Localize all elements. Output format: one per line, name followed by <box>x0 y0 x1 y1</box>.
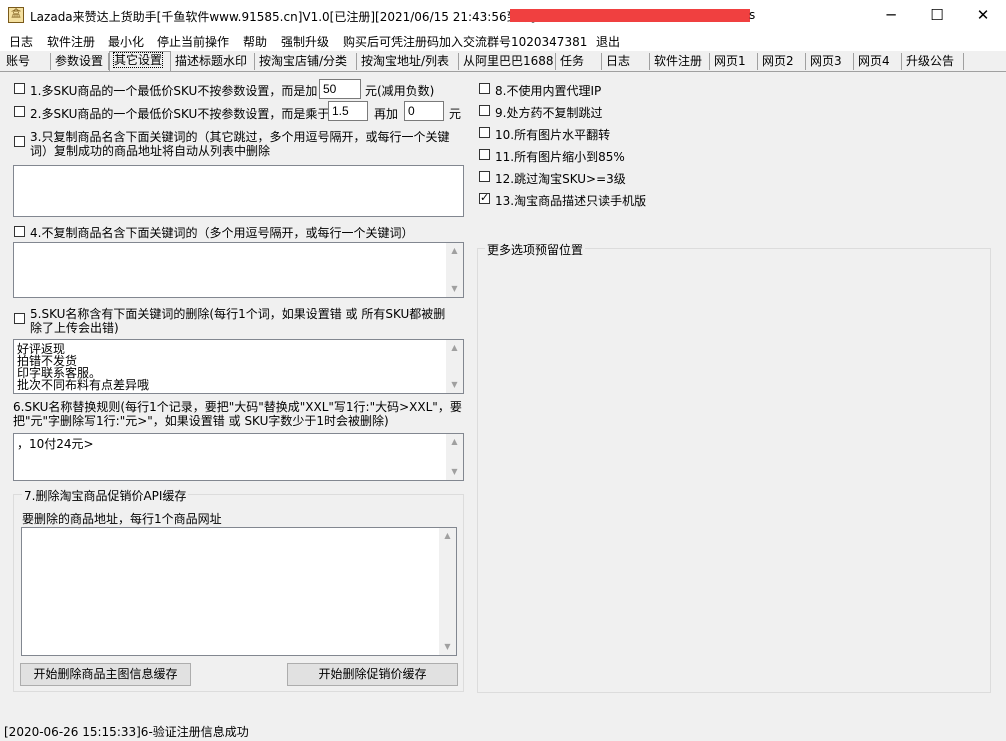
delete-promo-cache-button[interactable]: 开始删除促销价缓存 <box>287 663 458 686</box>
opt3-label-line2: 词）复制成功的商品地址将自动从列表中删除 <box>30 144 271 158</box>
opt12-checkbox[interactable] <box>479 171 490 182</box>
opt8-label: 8.不使用内置代理IP <box>495 84 602 98</box>
delete-urls-scrollbar[interactable]: ▲ ▼ <box>439 528 456 655</box>
opt4-scrollbar[interactable]: ▲ ▼ <box>446 243 463 297</box>
tab-log[interactable]: 日志 <box>602 53 650 70</box>
opt9-label: 9.处方药不复制跳过 <box>495 106 603 120</box>
tab-watermark[interactable]: 描述标题水印 <box>171 53 255 70</box>
status-text: [2020-06-26 15:15:33]6-验证注册信息成功 <box>4 725 249 739</box>
tab-baseline <box>0 71 1006 72</box>
opt2-add-input[interactable] <box>404 101 444 121</box>
opt9-checkbox[interactable] <box>479 105 490 116</box>
menu-exit[interactable]: 退出 <box>596 33 620 50</box>
delete-main-image-cache-button[interactable]: 开始删除商品主图信息缓存 <box>20 663 191 686</box>
menu-join-group[interactable]: 购买后可凭注册码加入交流群号1020347381 <box>343 33 587 50</box>
tab-register[interactable]: 软件注册 <box>650 53 710 70</box>
tab-1688[interactable]: 从阿里巴巴1688 <box>459 53 556 70</box>
scroll-up-icon[interactable]: ▲ <box>446 435 463 449</box>
opt2-multiply-input[interactable] <box>328 101 368 121</box>
tab-web1[interactable]: 网页1 <box>710 53 758 70</box>
opt5-keywords-textarea[interactable]: 好评返现 拍错不发货 印字联系客服。 批次不同布料有点差异哦 ▲ ▼ <box>13 339 464 394</box>
opt5-label-line2: 除了上传会出错) <box>30 321 119 335</box>
scroll-down-icon[interactable]: ▼ <box>439 640 456 654</box>
tab-params[interactable]: 参数设置 <box>51 53 109 70</box>
opt5-checkbox[interactable] <box>14 313 25 324</box>
opt3-keywords-textarea[interactable] <box>13 165 464 217</box>
opt2-label: 2.多SKU商品的一个最低价SKU不按参数设置，而是乘于 <box>30 107 330 121</box>
maximize-icon[interactable]: ☐ <box>914 0 960 30</box>
redaction-bar <box>510 9 750 22</box>
menu-stop[interactable]: 停止当前操作 <box>157 33 229 50</box>
delete-urls-label: 要删除的商品地址，每行1个商品网址 <box>22 512 222 526</box>
opt6-scrollbar[interactable]: ▲ ▼ <box>446 434 463 480</box>
opt13-label: 13.淘宝商品描述只读手机版 <box>495 194 647 208</box>
menu-register[interactable]: 软件注册 <box>47 33 95 50</box>
tab-other-settings-label: 其它设置 <box>112 52 164 68</box>
tab-account[interactable]: 账号 <box>2 53 51 70</box>
scroll-down-icon[interactable]: ▼ <box>446 378 463 392</box>
opt4-checkbox[interactable] <box>14 226 25 237</box>
window-title: Lazada来赞达上货助手[千鱼软件www.91585.cn]V1.0[已注册]… <box>30 10 536 24</box>
group-delete-cache-caption: 7.删除淘宝商品促销价API缓存 <box>22 487 189 504</box>
group-reserved-caption: 更多选项预留位置 <box>485 241 586 258</box>
tab-web2[interactable]: 网页2 <box>758 53 806 70</box>
tab-taobao-shop[interactable]: 按淘宝店铺/分类 <box>255 53 357 70</box>
menu-log[interactable]: 日志 <box>9 33 33 50</box>
opt3-checkbox[interactable] <box>14 136 25 147</box>
menu-force-upgrade[interactable]: 强制升级 <box>281 33 329 50</box>
opt11-label: 11.所有图片缩小到85% <box>495 150 625 164</box>
window-title-tail: s <box>749 8 756 22</box>
tab-task[interactable]: 任务 <box>556 53 602 70</box>
app-icon: 盒 <box>8 7 24 23</box>
opt2-plus-label: 再加 <box>374 107 399 121</box>
opt5-keywords-text: 好评返现 拍错不发货 印字联系客服。 批次不同布料有点差异哦 <box>17 342 150 392</box>
opt4-label: 4.不复制商品名含下面关键词的（多个用逗号隔开，或每行一个关键词） <box>30 226 414 240</box>
minimize-icon[interactable]: ─ <box>868 0 914 30</box>
menu-help[interactable]: 帮助 <box>243 33 267 50</box>
opt8-checkbox[interactable] <box>479 83 490 94</box>
scroll-up-icon[interactable]: ▲ <box>446 244 463 258</box>
opt10-label: 10.所有图片水平翻转 <box>495 128 611 142</box>
opt1-unit-label: 元(减用负数) <box>365 84 435 98</box>
opt2-unit-label: 元 <box>449 107 462 121</box>
opt6-label-line2: 把"元"字删除写1行:"元>"，如果设置错 或 SKU字数少于1时会被删除) <box>13 414 389 428</box>
opt6-rules-text: ，10付24元> <box>17 437 94 451</box>
opt11-checkbox[interactable] <box>479 149 490 160</box>
opt1-label: 1.多SKU商品的一个最低价SKU不按参数设置，而是加 <box>30 84 318 98</box>
opt1-checkbox[interactable] <box>14 83 25 94</box>
tab-web4[interactable]: 网页4 <box>854 53 902 70</box>
scroll-down-icon[interactable]: ▼ <box>446 282 463 296</box>
close-icon[interactable]: ✕ <box>960 0 1006 30</box>
delete-urls-textarea[interactable]: ▲ ▼ <box>21 527 457 656</box>
opt13-checkbox[interactable] <box>479 191 490 204</box>
opt6-rules-textarea[interactable]: ，10付24元> ▲ ▼ <box>13 433 464 481</box>
opt4-keywords-textarea[interactable]: ▲ ▼ <box>13 242 464 298</box>
opt5-scrollbar[interactable]: ▲ ▼ <box>446 340 463 393</box>
opt2-checkbox[interactable] <box>14 106 25 117</box>
tab-other-settings[interactable]: 其它设置 <box>109 51 171 71</box>
opt12-label: 12.跳过淘宝SKU>=3级 <box>495 172 626 186</box>
tab-web3[interactable]: 网页3 <box>806 53 854 70</box>
menu-minimize[interactable]: 最小化 <box>108 33 144 50</box>
opt1-add-input[interactable] <box>319 79 361 99</box>
tab-announcement[interactable]: 升级公告 <box>902 53 964 70</box>
scroll-down-icon[interactable]: ▼ <box>446 465 463 479</box>
opt10-checkbox[interactable] <box>479 127 490 138</box>
scroll-up-icon[interactable]: ▲ <box>446 341 463 355</box>
scroll-up-icon[interactable]: ▲ <box>439 529 456 543</box>
tab-taobao-url[interactable]: 按淘宝地址/列表 <box>357 53 459 70</box>
group-reserved <box>477 248 991 693</box>
